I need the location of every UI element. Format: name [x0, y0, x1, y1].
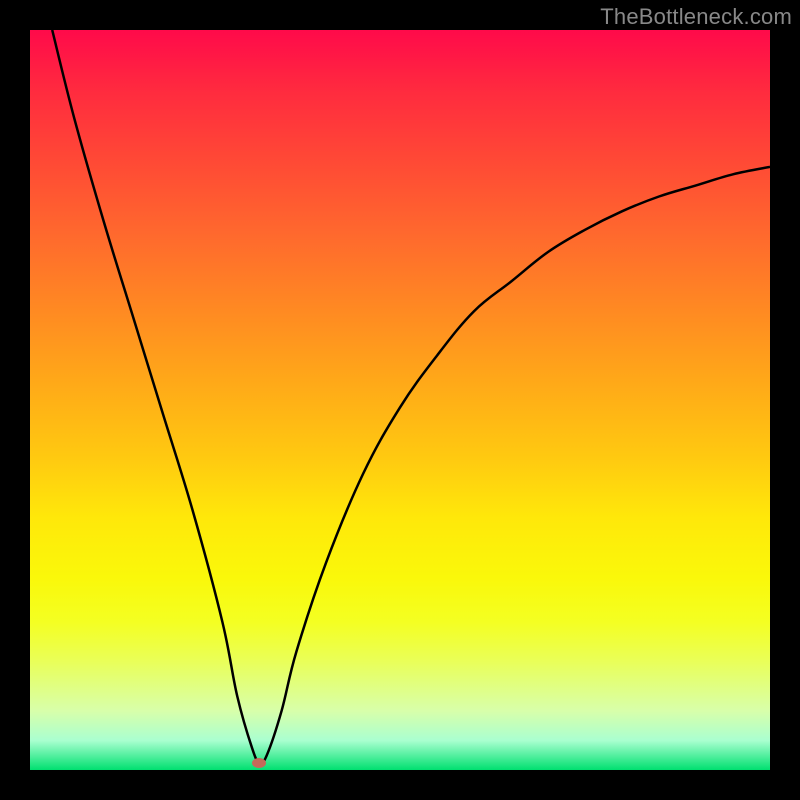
watermark-text: TheBottleneck.com	[600, 4, 792, 30]
chart-frame: TheBottleneck.com	[0, 0, 800, 800]
plot-area	[30, 30, 770, 770]
min-marker	[252, 758, 266, 768]
bottleneck-curve	[52, 30, 770, 763]
curve-svg	[30, 30, 770, 770]
